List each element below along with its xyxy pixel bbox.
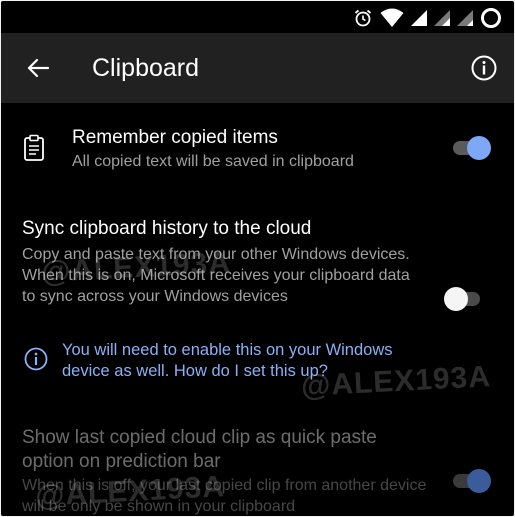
remember-copied-toggle[interactable] [451, 136, 491, 160]
info-circle-icon[interactable] [470, 54, 498, 82]
sync-cloud-title: Sync clipboard history to the cloud [22, 218, 312, 239]
info-circle-icon [24, 347, 48, 371]
battery-ring-icon [481, 8, 501, 28]
signal-icon [457, 10, 473, 26]
remember-copied-title: Remember copied items [72, 127, 278, 148]
quick-paste-description: When this is off, your last copied clip … [22, 477, 427, 515]
sync-cloud-description: Copy and paste text from your other Wind… [22, 246, 410, 305]
sync-cloud-toggle[interactable] [444, 287, 484, 311]
remember-copied-subtitle: All copied text will be saved in clipboa… [72, 153, 354, 170]
alarm-icon [354, 9, 372, 27]
wifi-icon [380, 8, 404, 27]
status-bar [1, 1, 514, 33]
signal-icon [434, 10, 450, 26]
quick-paste-toggle [451, 469, 491, 493]
clipboard-icon [24, 134, 44, 161]
signal-icon [411, 10, 427, 26]
settings-list: Remember copied items All copied text wi… [1, 103, 514, 516]
page-title: Clipboard [92, 54, 200, 82]
phone-screen: Clipboard Remember copied items All copi… [1, 1, 514, 516]
status-icons [353, 7, 502, 29]
arrow-left-icon[interactable] [25, 55, 51, 81]
setup-help-link[interactable]: You will need to enable this on your Win… [62, 340, 442, 382]
quick-paste-title: Show last copied cloud clip as quick pas… [22, 427, 377, 472]
app-bar: Clipboard [1, 33, 514, 103]
